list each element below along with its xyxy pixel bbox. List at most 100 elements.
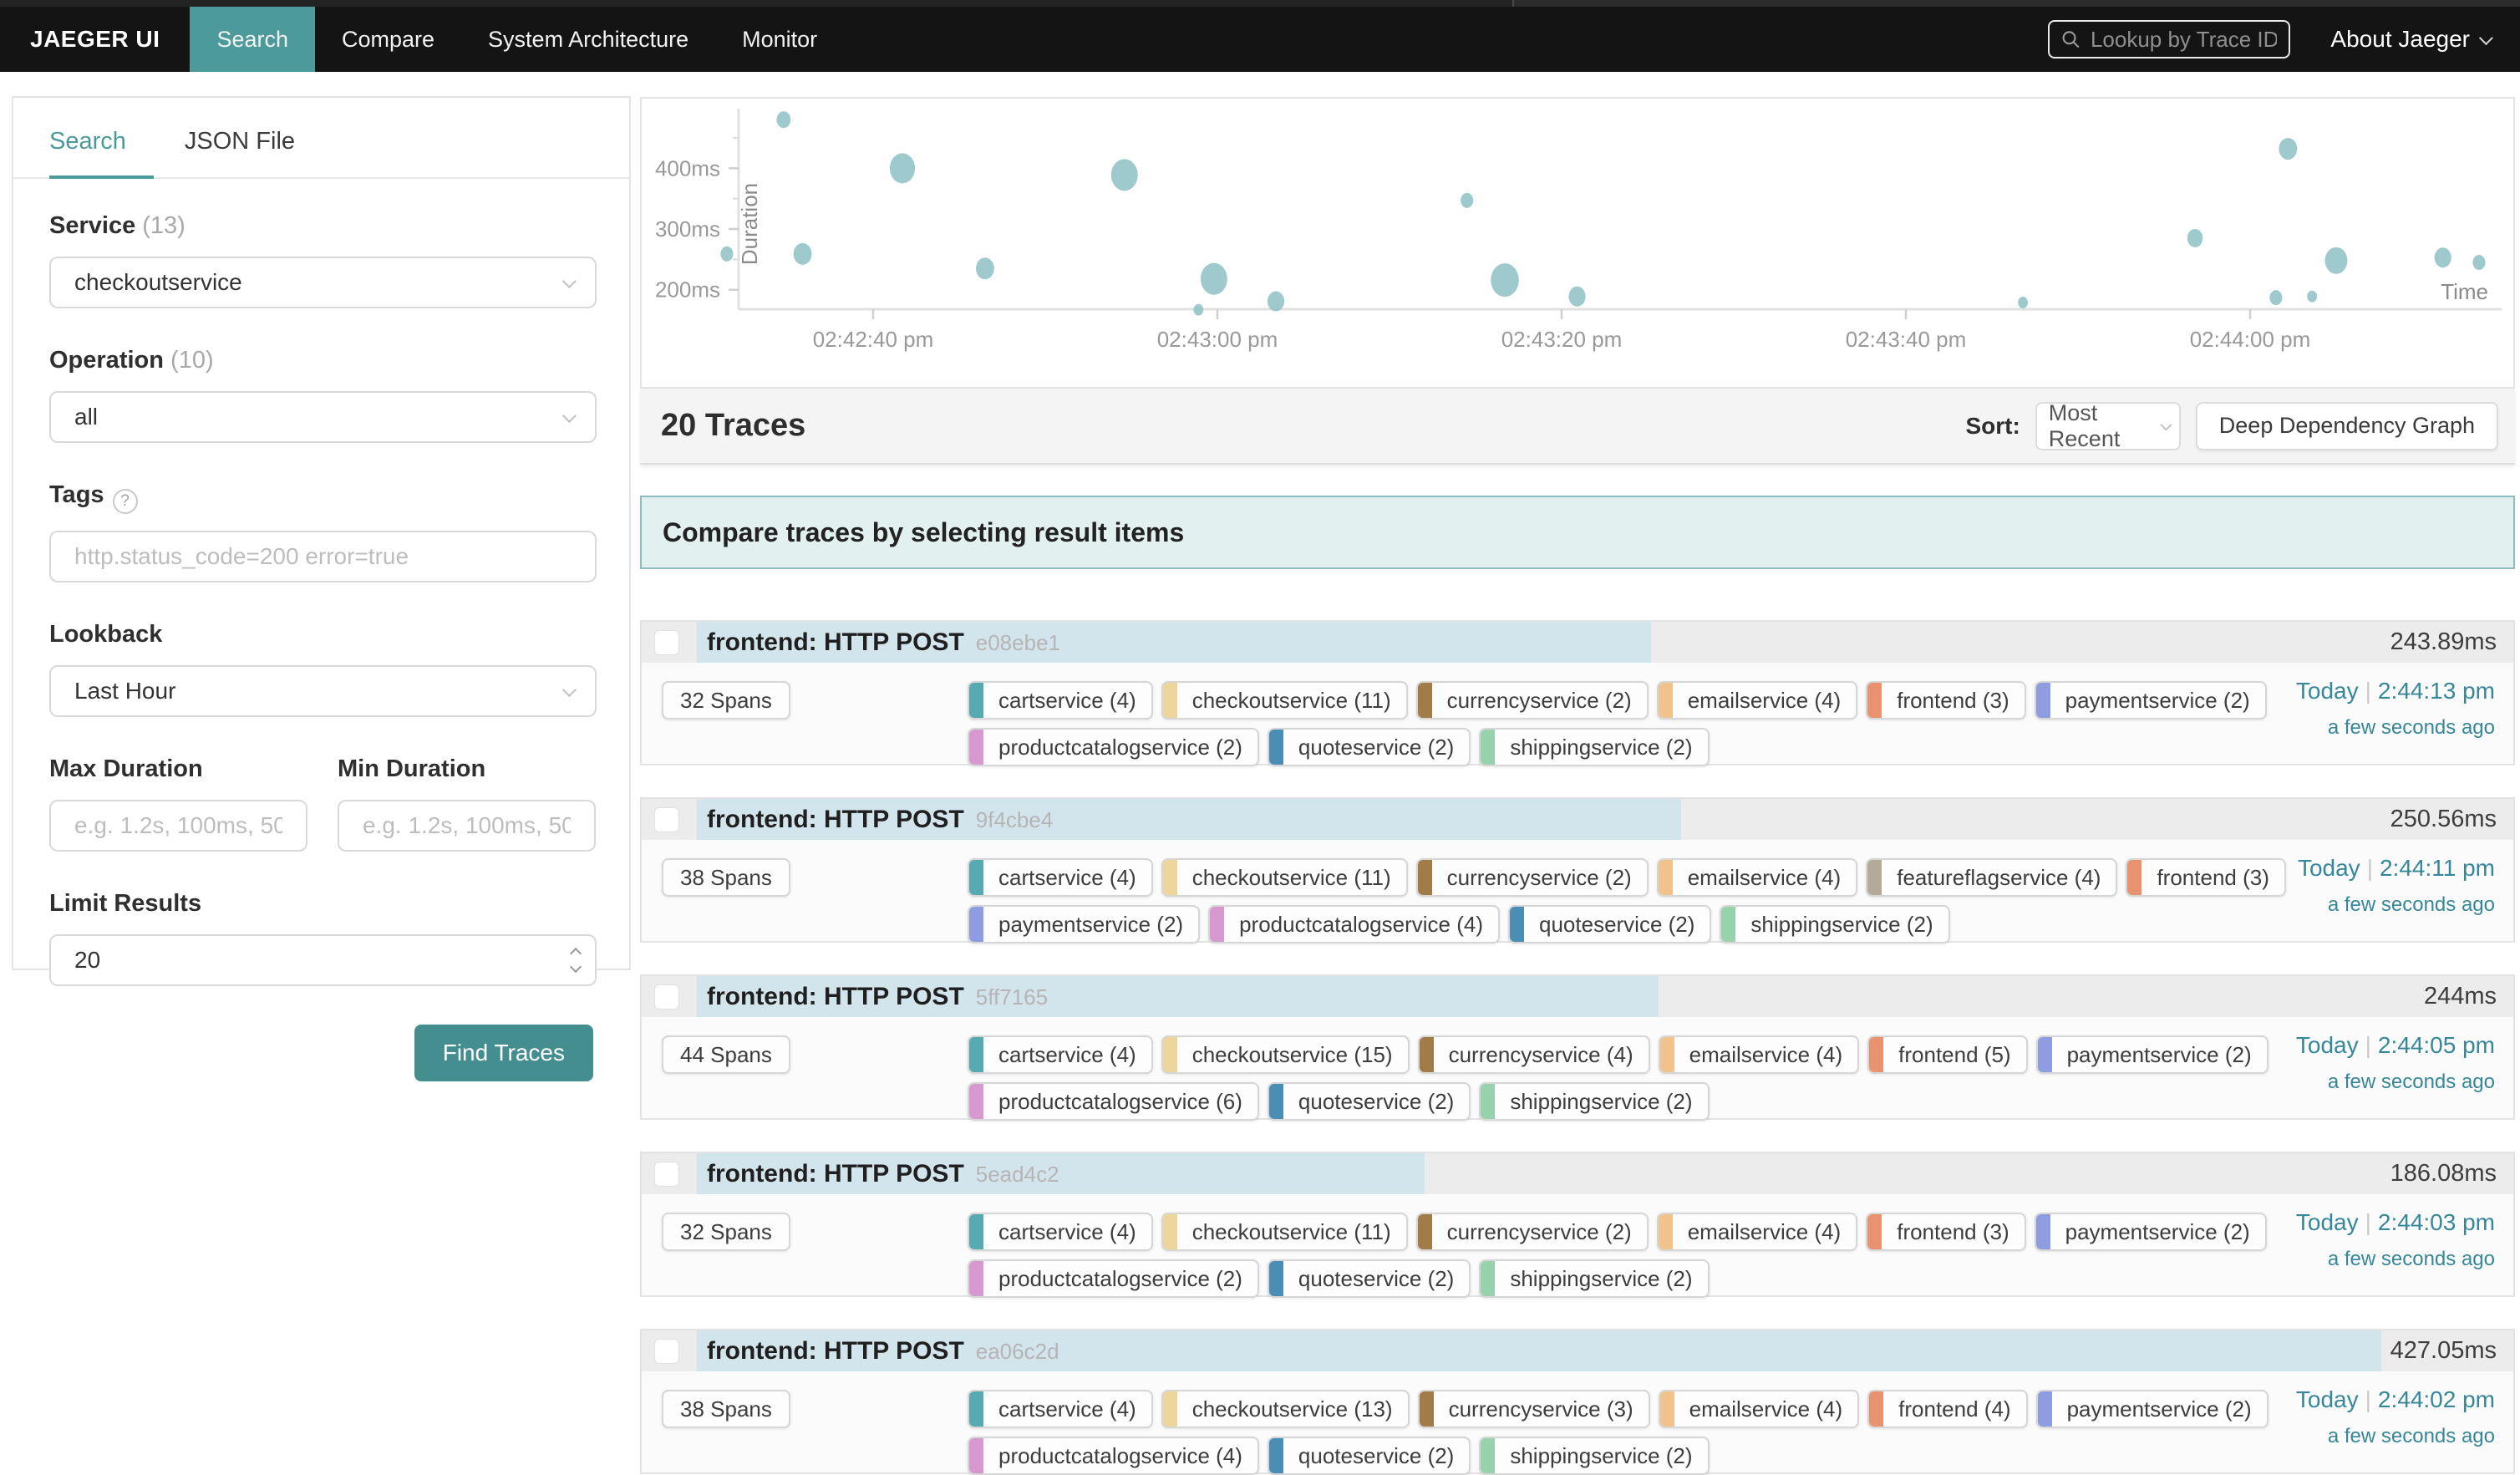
service-tag[interactable]: cartservice (4) <box>968 681 1153 720</box>
trace-scatter-point[interactable] <box>2435 247 2451 267</box>
trace-card-header[interactable]: frontend: HTTP POST9f4cbe4 250.56ms <box>642 799 2513 840</box>
trace-scatter-point[interactable] <box>776 111 790 128</box>
trace-result-card[interactable]: frontend: HTTP POST5ff7165 244ms 44 Span… <box>640 974 2515 1120</box>
tab-search[interactable]: Search <box>49 128 126 177</box>
trace-card-header[interactable]: frontend: HTTP POST5ff7165 244ms <box>642 976 2513 1017</box>
span-count-pill[interactable]: 32 Spans <box>662 1213 790 1251</box>
trace-scatter-point[interactable] <box>720 247 733 262</box>
span-count-pill[interactable]: 38 Spans <box>662 858 790 897</box>
trace-select-checkbox[interactable] <box>654 1339 679 1364</box>
jaeger-logo[interactable]: JAEGER UI <box>0 7 190 72</box>
service-tag[interactable]: quoteservice (2) <box>1268 1082 1471 1121</box>
trace-select-checkbox[interactable] <box>654 1162 679 1187</box>
trace-scatter-point[interactable] <box>1568 287 1585 307</box>
service-tag[interactable]: checkoutservice (15) <box>1161 1035 1410 1074</box>
trace-scatter-point[interactable] <box>890 153 915 183</box>
service-tag[interactable]: frontend (3) <box>1866 681 2025 720</box>
service-tag[interactable]: emailservice (4) <box>1657 681 1858 720</box>
sort-select[interactable]: Most Recent <box>2035 402 2181 450</box>
service-tag[interactable]: cartservice (4) <box>968 858 1153 897</box>
service-tag[interactable]: frontend (3) <box>2126 858 2285 897</box>
trace-scatter-point[interactable] <box>1111 159 1138 191</box>
nav-item-system-architecture[interactable]: System Architecture <box>461 7 715 72</box>
service-tag[interactable]: paymentservice (2) <box>2036 1390 2269 1428</box>
trace-result-card[interactable]: frontend: HTTP POST5ead4c2 186.08ms 32 S… <box>640 1152 2515 1297</box>
trace-scatter-point[interactable] <box>1491 263 1519 297</box>
trace-card-header[interactable]: frontend: HTTP POSTe08ebe1 243.89ms <box>642 622 2513 663</box>
service-tag[interactable]: shippingservice (2) <box>1720 905 1949 943</box>
lookback-select[interactable]: Last Hour <box>49 665 597 717</box>
about-jaeger-menu[interactable]: About Jaeger <box>2330 26 2490 53</box>
help-icon[interactable]: ? <box>113 489 138 514</box>
service-tag[interactable]: cartservice (4) <box>968 1390 1153 1428</box>
service-tag[interactable]: productcatalogservice (4) <box>968 1437 1259 1475</box>
number-stepper[interactable] <box>572 949 580 971</box>
trace-scatter-point[interactable] <box>2279 138 2297 160</box>
service-tag[interactable]: checkoutservice (11) <box>1161 1213 1408 1251</box>
service-tag[interactable]: shippingservice (2) <box>1479 1437 1709 1475</box>
trace-result-card[interactable]: frontend: HTTP POSTea06c2d 427.05ms 38 S… <box>640 1329 2515 1474</box>
service-tag[interactable]: paymentservice (2) <box>2036 1035 2269 1074</box>
service-tag[interactable]: productcatalogservice (2) <box>968 1259 1259 1298</box>
trace-scatter-point[interactable] <box>976 257 994 279</box>
trace-scatter-point[interactable] <box>2187 229 2202 247</box>
trace-title[interactable]: frontend: HTTP POST5ead4c2 <box>707 1160 1059 1188</box>
service-tag[interactable]: cartservice (4) <box>968 1035 1153 1074</box>
service-tag[interactable]: checkoutservice (11) <box>1161 681 1408 720</box>
tab-json-file[interactable]: JSON File <box>185 128 295 177</box>
tags-input[interactable] <box>74 543 572 570</box>
trace-select-checkbox[interactable] <box>654 807 679 832</box>
service-tag[interactable]: emailservice (4) <box>1659 1035 1860 1074</box>
service-tag[interactable]: currencyservice (2) <box>1416 681 1649 720</box>
service-select[interactable]: checkoutservice <box>49 257 597 308</box>
service-tag[interactable]: productcatalogservice (2) <box>968 728 1259 766</box>
service-tag[interactable]: featureflagservice (4) <box>1866 858 2117 897</box>
service-tag[interactable]: quoteservice (2) <box>1508 905 1711 943</box>
trace-scatter-point[interactable] <box>1268 292 1284 312</box>
service-tag[interactable]: currencyservice (4) <box>1418 1035 1650 1074</box>
service-tag[interactable]: shippingservice (2) <box>1479 1259 1709 1298</box>
trace-scatter-point[interactable] <box>2307 291 2317 303</box>
span-count-pill[interactable]: 44 Spans <box>662 1035 790 1074</box>
service-tag[interactable]: productcatalogservice (4) <box>1208 905 1500 943</box>
max-duration-input[interactable] <box>74 812 282 839</box>
trace-card-header[interactable]: frontend: HTTP POST5ead4c2 186.08ms <box>642 1153 2513 1194</box>
nav-item-compare[interactable]: Compare <box>315 7 461 72</box>
service-tag[interactable]: currencyservice (2) <box>1416 1213 1649 1251</box>
trace-scatter-point[interactable] <box>2269 290 2282 305</box>
service-tag[interactable]: currencyservice (2) <box>1416 858 1649 897</box>
trace-scatter-point[interactable] <box>794 243 812 265</box>
service-tag[interactable]: checkoutservice (13) <box>1161 1390 1410 1428</box>
operation-select[interactable]: all <box>49 391 597 443</box>
nav-item-search[interactable]: Search <box>190 7 315 72</box>
trace-select-checkbox[interactable] <box>654 984 679 1010</box>
service-tag[interactable]: shippingservice (2) <box>1479 728 1709 766</box>
service-tag[interactable]: currencyservice (3) <box>1418 1390 1650 1428</box>
service-tag[interactable]: paymentservice (2) <box>968 905 1200 943</box>
trace-lookup-input[interactable] <box>2091 27 2277 53</box>
find-traces-button[interactable]: Find Traces <box>414 1025 593 1081</box>
service-tag[interactable]: paymentservice (2) <box>2035 1213 2267 1251</box>
trace-scatter-point[interactable] <box>2325 247 2348 274</box>
service-tag[interactable]: quoteservice (2) <box>1268 1259 1471 1298</box>
service-tag[interactable]: quoteservice (2) <box>1268 728 1471 766</box>
min-duration-input[interactable] <box>363 812 571 839</box>
service-tag[interactable]: quoteservice (2) <box>1268 1437 1471 1475</box>
trace-select-checkbox[interactable] <box>654 630 679 655</box>
span-count-pill[interactable]: 32 Spans <box>662 681 790 720</box>
service-tag[interactable]: frontend (5) <box>1867 1035 2027 1074</box>
service-tag[interactable]: productcatalogservice (6) <box>968 1082 1259 1121</box>
service-tag[interactable]: emailservice (4) <box>1659 1390 1860 1428</box>
service-tag[interactable]: paymentservice (2) <box>2035 681 2267 720</box>
trace-scatter-point[interactable] <box>2472 255 2485 270</box>
service-tag[interactable]: emailservice (4) <box>1657 858 1858 897</box>
trace-title[interactable]: frontend: HTTP POSTea06c2d <box>707 1337 1059 1366</box>
service-tag[interactable]: cartservice (4) <box>968 1213 1153 1251</box>
trace-scatter-point[interactable] <box>1193 304 1203 316</box>
service-tag[interactable]: checkoutservice (11) <box>1161 858 1408 897</box>
trace-title[interactable]: frontend: HTTP POST9f4cbe4 <box>707 806 1053 834</box>
trace-scatter-point[interactable] <box>1461 193 1473 208</box>
span-count-pill[interactable]: 38 Spans <box>662 1390 790 1428</box>
service-tag[interactable]: frontend (3) <box>1866 1213 2025 1251</box>
trace-result-card[interactable]: frontend: HTTP POST9f4cbe4 250.56ms 38 S… <box>640 797 2515 943</box>
